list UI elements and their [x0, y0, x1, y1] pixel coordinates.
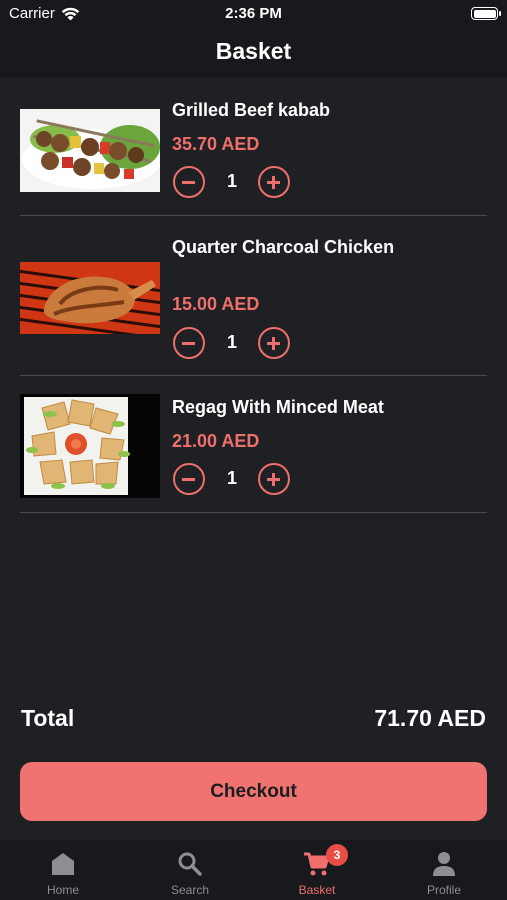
item-name: Grilled Beef kabab	[172, 100, 331, 120]
tab-label: Basket	[298, 883, 336, 897]
quantity-stepper: 1	[172, 463, 292, 497]
status-time: 2:36 PM	[225, 5, 282, 22]
checkout-label: Checkout	[210, 781, 297, 802]
person-icon	[433, 852, 455, 876]
quantity-value: 1	[226, 332, 237, 352]
item-name: Regag With Minced Meat	[172, 397, 384, 417]
tab-label: Home	[46, 883, 79, 897]
decrease-quantity-button[interactable]	[173, 463, 205, 495]
nav-header: Basket	[0, 28, 507, 78]
regag-image	[20, 394, 160, 498]
item-image-kabab	[20, 109, 160, 192]
battery-icon	[471, 7, 501, 20]
minus-icon	[182, 181, 195, 184]
tab-label: Search	[170, 883, 210, 897]
quantity-stepper: 1	[172, 166, 292, 200]
item-name: Quarter Charcoal Chicken	[172, 237, 395, 257]
minus-icon	[182, 342, 195, 345]
cart-count-badge: 3	[326, 844, 348, 866]
total-value: 71.70 AED	[374, 705, 486, 731]
page-title: Basket	[215, 38, 292, 64]
plus-icon-v	[272, 337, 275, 350]
tab-home[interactable]: Home	[0, 840, 126, 900]
tab-label: Profile	[426, 883, 461, 897]
status-bar: Carrier 2:36 PM	[0, 0, 507, 28]
item-image-regag	[20, 394, 160, 498]
chicken-image	[20, 262, 160, 334]
item-price: 35.70 AED	[172, 134, 260, 154]
quantity-value: 1	[226, 171, 237, 191]
quantity-value: 1	[226, 468, 237, 488]
tab-search[interactable]: Search	[127, 840, 253, 900]
cart-item: Quarter Charcoal Chicken 15.00 AED 1	[20, 216, 487, 376]
increase-quantity-button[interactable]	[258, 327, 290, 359]
decrease-quantity-button[interactable]	[173, 166, 205, 198]
plus-icon-v	[272, 473, 275, 486]
search-icon	[178, 852, 202, 876]
checkout-button[interactable]: Checkout	[20, 762, 487, 821]
item-image-chicken	[20, 262, 160, 334]
tab-profile[interactable]: Profile	[381, 840, 507, 900]
plus-icon-v	[272, 176, 275, 189]
home-icon	[52, 853, 74, 875]
cart-item: Regag With Minced Meat 21.00 AED 1	[20, 376, 487, 513]
increase-quantity-button[interactable]	[258, 463, 290, 495]
decrease-quantity-button[interactable]	[173, 327, 205, 359]
quantity-stepper: 1	[172, 327, 292, 361]
cart-item: Grilled Beef kabab 35.70 AED 1	[20, 78, 487, 216]
item-price: 21.00 AED	[172, 431, 260, 451]
tab-basket[interactable]: 3 Basket	[254, 840, 380, 900]
tab-bar: Home Search 3 Basket Profile	[0, 840, 507, 900]
total-row: Total 71.70 AED	[21, 705, 486, 735]
item-price: 15.00 AED	[172, 294, 260, 314]
total-label: Total	[21, 705, 75, 731]
minus-icon	[182, 478, 195, 481]
kabab-image	[20, 109, 160, 192]
increase-quantity-button[interactable]	[258, 166, 290, 198]
